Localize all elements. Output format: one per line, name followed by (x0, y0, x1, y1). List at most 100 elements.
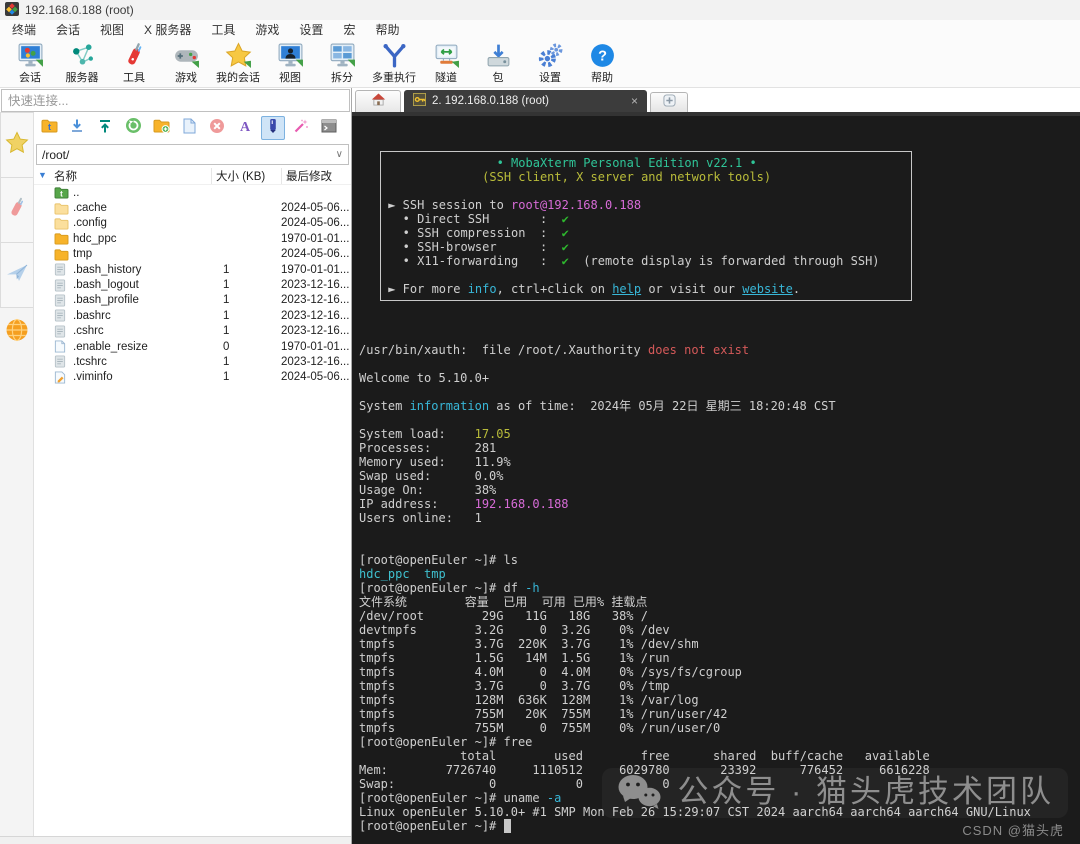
file-row[interactable]: .cache 2024-05-06... (54, 200, 351, 215)
script-icon (54, 355, 73, 369)
terminal-banner: • MobaXterm Personal Edition v22.1 • (SS… (380, 151, 912, 301)
left-status-bar (0, 836, 351, 844)
side-tab-sessions[interactable] (0, 112, 34, 178)
refresh-icon (125, 117, 142, 139)
servers-button[interactable]: 服务器 (56, 39, 108, 87)
home-folder-button[interactable]: t (37, 116, 61, 140)
file-name: tmp (73, 248, 93, 261)
terminal-link[interactable]: help (612, 282, 641, 296)
menu-item[interactable]: 帮助 (365, 19, 409, 40)
current-path: /root/ (42, 147, 70, 162)
new-tab-button[interactable] (650, 92, 688, 112)
file-name: .bash_logout (73, 279, 139, 292)
my-sessions-button[interactable]: 我的会话 (212, 39, 264, 87)
packages-icon (485, 41, 512, 69)
file-row[interactable]: tmp 2024-05-06... (54, 247, 351, 262)
menu-item[interactable]: 宏 (333, 19, 365, 40)
file-size: 1 (223, 355, 230, 368)
download-button[interactable] (65, 116, 89, 140)
tunnel-icon (433, 41, 460, 69)
sftp-toolbar: tA (34, 113, 351, 143)
terminal-button[interactable] (317, 116, 341, 140)
terminal[interactable]: • MobaXterm Personal Edition v22.1 • (SS… (352, 116, 1080, 844)
sort-arrow-icon: ▼ (38, 170, 47, 180)
file-row[interactable]: hdc_ppc 1970-01-01... (54, 231, 351, 246)
file-row[interactable]: .cshrc 1 2023-12-16... (54, 324, 351, 339)
file-modified: 2024-05-06... (281, 202, 350, 215)
watermark: 公众号 · 猫头虎技术团队 (602, 768, 1068, 818)
file-row[interactable]: .bash_history 1 1970-01-01... (54, 262, 351, 277)
help-button[interactable]: ? 帮助 (576, 39, 628, 87)
menu-item[interactable]: 会话 (46, 19, 90, 40)
rename-button[interactable]: A (233, 116, 257, 140)
column-name[interactable]: 名称 (54, 168, 211, 184)
rename-icon: A (237, 118, 253, 139)
toolbar-label: 视图 (279, 72, 301, 84)
multiexec-icon (381, 41, 408, 69)
file-modified: 1970-01-01... (281, 232, 350, 245)
side-tab-sftp[interactable] (0, 307, 34, 357)
menu-item[interactable]: 游戏 (245, 19, 289, 40)
tunnel-button[interactable]: 隧道 (420, 39, 472, 87)
column-size[interactable]: 大小 (KB) (211, 167, 281, 184)
upload-icon (97, 118, 113, 139)
file-row[interactable]: .tcshrc 1 2023-12-16... (54, 354, 351, 369)
tab-close-icon[interactable]: × (613, 94, 638, 108)
toolbar-label: 包 (492, 72, 504, 84)
watermark-subtitle: CSDN @猫头虎 (962, 823, 1064, 838)
file-modified: 2023-12-16... (281, 309, 350, 322)
toolbar-label: 服务器 (65, 72, 99, 84)
toolbar-label: 拆分 (331, 72, 353, 84)
pen-button[interactable] (261, 116, 285, 140)
file-row[interactable]: .enable_resize 0 1970-01-01... (54, 339, 351, 354)
menu-item[interactable]: 终端 (2, 19, 46, 40)
file-row[interactable]: .bash_logout 1 2023-12-16... (54, 277, 351, 292)
view-button[interactable]: 视图 (264, 39, 316, 87)
left-body: tA /root/ ∨ ▼ 名称 大小 (KB) 最后修改 t.. .cache 2… (0, 112, 351, 836)
file-name: .enable_resize (73, 340, 148, 353)
path-dropdown[interactable]: /root/ ∨ (36, 144, 349, 165)
side-tab-macros[interactable] (0, 242, 34, 308)
file-row[interactable]: .bashrc 1 2023-12-16... (54, 308, 351, 323)
upload-button[interactable] (93, 116, 117, 140)
file-size: 1 (223, 279, 230, 292)
globe-icon (4, 317, 30, 348)
terminal-link[interactable]: website (742, 282, 793, 296)
file-name: .cache (73, 202, 107, 215)
side-tab-tools[interactable] (0, 177, 34, 243)
file-row[interactable]: t.. (54, 185, 351, 200)
file-row[interactable]: .viminfo 1 2024-05-06... (54, 370, 351, 385)
toolbar-label: 会话 (19, 72, 41, 84)
title-bar[interactable]: 192.168.0.188 (root) (0, 0, 1080, 20)
file-modified: 1970-01-01... (281, 340, 350, 353)
column-modified[interactable]: 最后修改 (281, 167, 351, 184)
toolbar-label: 工具 (123, 72, 145, 84)
svg-text:A: A (240, 120, 251, 134)
menu-item[interactable]: 工具 (201, 19, 245, 40)
file-row[interactable]: .config 2024-05-06... (54, 216, 351, 231)
wand-button[interactable] (289, 116, 313, 140)
new-file-button[interactable] (177, 116, 201, 140)
games-button[interactable]: 游戏 (160, 39, 212, 87)
new-folder-button[interactable] (149, 116, 173, 140)
session-button[interactable]: 会话 (4, 39, 56, 87)
delete-button[interactable] (205, 116, 229, 140)
file-edit-icon (54, 371, 73, 384)
tab-home[interactable] (355, 90, 401, 112)
settings-button[interactable]: 设置 (524, 39, 576, 87)
multiexec-button[interactable]: 多重执行 (368, 39, 420, 87)
toolbar-label: 我的会话 (216, 72, 260, 84)
tab-active-session[interactable]: 2. 192.168.0.188 (root) × (404, 90, 647, 112)
menu-item[interactable]: 视图 (90, 19, 134, 40)
wechat-icon (616, 773, 662, 811)
file-name: .bashrc (73, 309, 111, 322)
packages-button[interactable]: 包 (472, 39, 524, 87)
tools-button[interactable]: 工具 (108, 39, 160, 87)
menu-item[interactable]: 设置 (289, 19, 333, 40)
refresh-button[interactable] (121, 116, 145, 140)
file-row[interactable]: .bash_profile 1 2023-12-16... (54, 293, 351, 308)
split-button[interactable]: 拆分 (316, 39, 368, 87)
menu-item[interactable]: X 服务器 (134, 19, 201, 40)
quick-connect-input[interactable] (1, 89, 350, 112)
svg-text:?: ? (598, 48, 607, 64)
